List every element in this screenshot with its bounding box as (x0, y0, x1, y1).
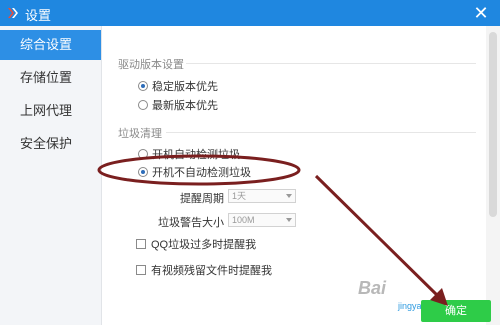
baidu-watermark: Bai (358, 278, 387, 298)
radio-button[interactable] (138, 149, 148, 159)
radio-label: 最新版本优先 (152, 100, 218, 112)
settings-content: 驱动版本设置 稳定版本优先 最新版本优先 垃圾清理 开机自动检测垃圾 开机不自动… (102, 26, 500, 325)
ok-button[interactable]: 确定 (421, 300, 491, 322)
title-bar: 设置 ✕ (0, 0, 500, 26)
scrollbar[interactable] (486, 26, 500, 325)
section-divider (186, 63, 476, 64)
radio-latest-first[interactable]: 最新版本优先 (138, 97, 218, 113)
app-logo-icon (8, 8, 18, 18)
junk-section-title: 垃圾清理 (118, 128, 162, 140)
close-icon[interactable]: ✕ (470, 2, 492, 24)
warn-size-select[interactable]: 100M (228, 213, 296, 227)
sidebar: 综合设置 存储位置 上网代理 安全保护 (0, 26, 102, 325)
sidebar-item-proxy[interactable]: 上网代理 (0, 96, 101, 126)
radio-button[interactable] (138, 167, 148, 177)
checkbox-video-residue[interactable]: 有视频残留文件时提醒我 (136, 262, 272, 278)
select-value: 100M (232, 215, 255, 225)
radio-button[interactable] (138, 100, 148, 110)
radio-label: 开机不自动检测垃圾 (152, 167, 251, 179)
checkbox[interactable] (136, 239, 146, 249)
section-divider (166, 132, 476, 133)
checkbox-qq-junk[interactable]: QQ垃圾过多时提醒我 (136, 236, 256, 252)
window-title: 设置 (25, 8, 52, 23)
sidebar-item-general[interactable]: 综合设置 (0, 30, 101, 60)
warn-size-label: 垃圾警告大小 (158, 217, 224, 229)
radio-no-auto-detect[interactable]: 开机不自动检测垃圾 (138, 164, 251, 180)
checkbox-label: 有视频残留文件时提醒我 (151, 265, 272, 277)
sidebar-item-label: 上网代理 (20, 103, 73, 118)
scrollbar-thumb[interactable] (489, 32, 497, 217)
sidebar-item-security[interactable]: 安全保护 (0, 129, 101, 159)
radio-stable-first[interactable]: 稳定版本优先 (138, 78, 218, 94)
checkbox[interactable] (136, 265, 146, 275)
driver-section-title: 驱动版本设置 (118, 59, 184, 71)
radio-button[interactable] (138, 81, 148, 91)
radio-label: 稳定版本优先 (152, 81, 218, 93)
remind-period-label: 提醒周期 (180, 193, 224, 205)
sidebar-item-label: 存储位置 (20, 70, 73, 85)
radio-auto-detect[interactable]: 开机自动检测垃圾 (138, 146, 240, 162)
remind-period-select[interactable]: 1天 (228, 189, 296, 203)
chevron-down-icon (286, 194, 292, 198)
select-value: 1天 (232, 191, 247, 201)
sidebar-item-label: 安全保护 (20, 136, 73, 151)
radio-label: 开机自动检测垃圾 (152, 149, 240, 161)
sidebar-item-storage[interactable]: 存储位置 (0, 63, 101, 93)
checkbox-label: QQ垃圾过多时提醒我 (151, 239, 257, 251)
sidebar-item-label: 综合设置 (20, 37, 73, 52)
chevron-down-icon (286, 218, 292, 222)
